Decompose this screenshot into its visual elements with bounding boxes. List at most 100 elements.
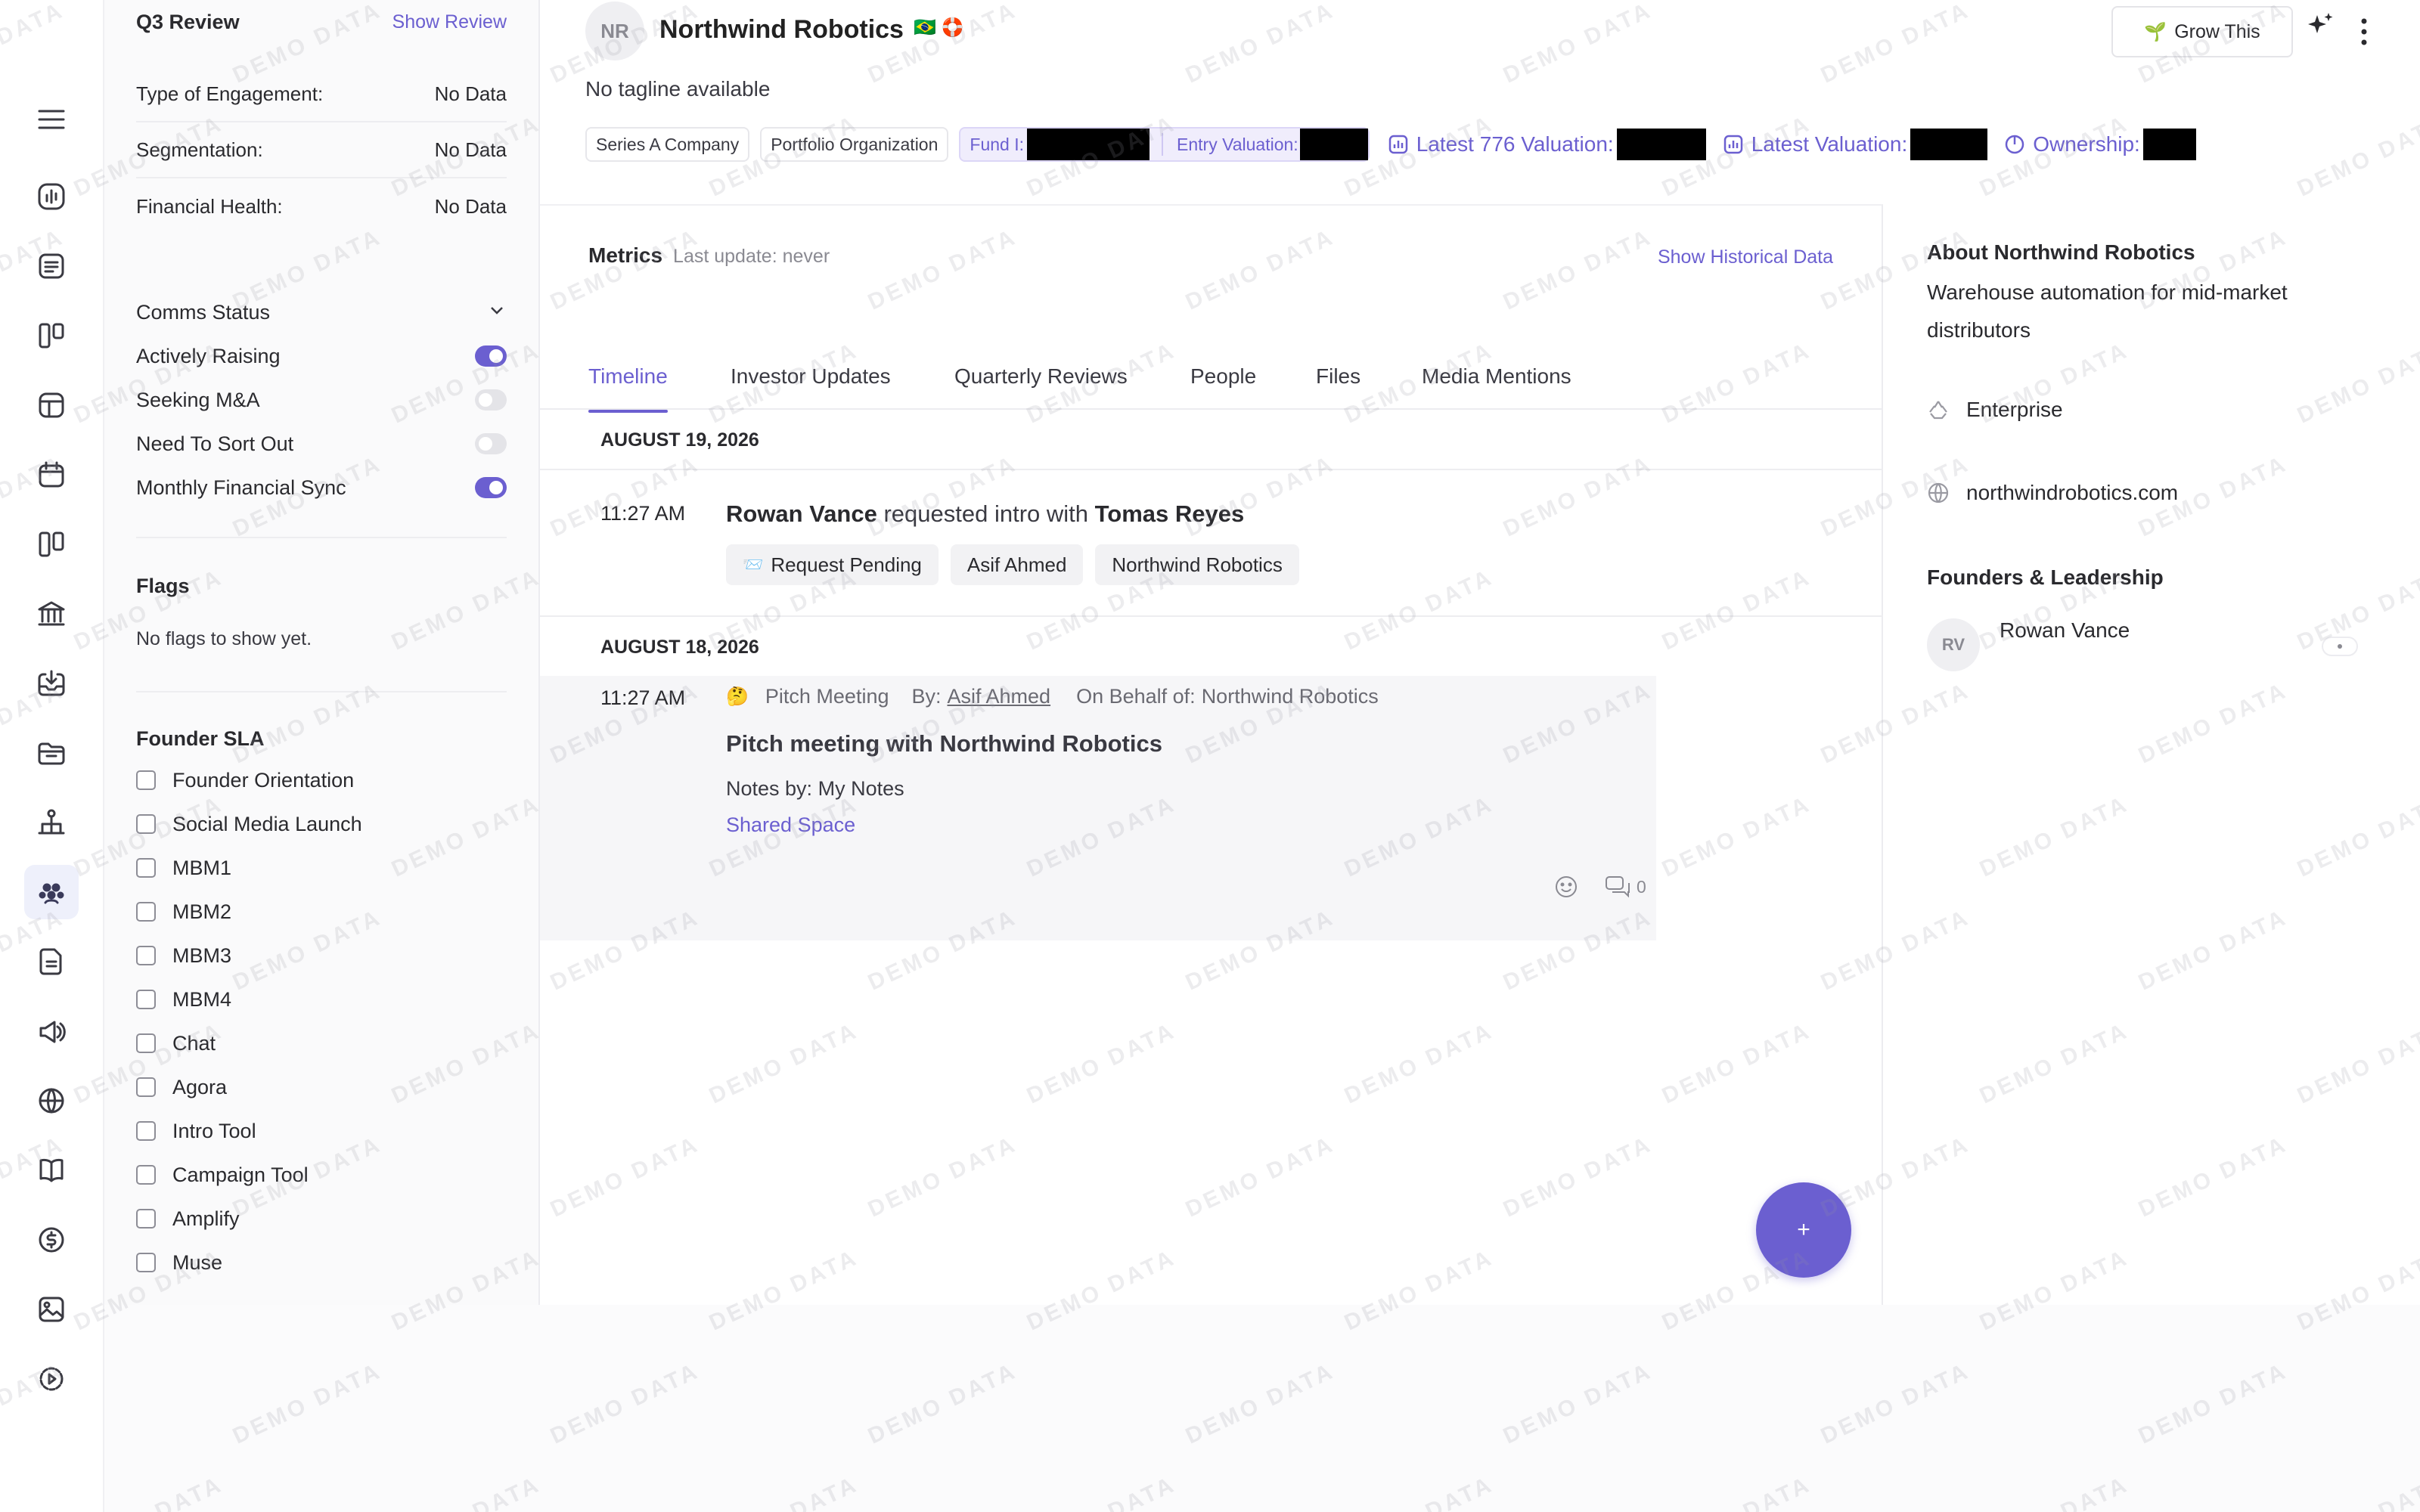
website-row[interactable]: northwindrobotics.com — [1927, 481, 2178, 505]
sla-item[interactable]: MBM3 — [136, 934, 507, 978]
company-header: NR Northwind Robotics 🇧🇷 🛟 No tagline av… — [540, 0, 2420, 204]
founder-avatar[interactable]: RV — [1927, 618, 1980, 671]
tab-files[interactable]: Files — [1316, 364, 1360, 389]
sla-checkbox[interactable] — [136, 946, 156, 965]
sla-checkbox[interactable] — [136, 1033, 156, 1053]
review-header: Q3 Review Show Review — [136, 11, 507, 34]
note-icon[interactable] — [24, 239, 79, 293]
tab-quarterly-reviews[interactable]: Quarterly Reviews — [954, 364, 1128, 389]
monthly-financial-sync-toggle[interactable] — [475, 477, 507, 498]
menu-icon[interactable] — [24, 92, 79, 147]
sla-item[interactable]: Social Media Launch — [136, 802, 507, 846]
timeline-time: 11:27 AM — [600, 686, 686, 709]
people-icon[interactable] — [24, 865, 79, 919]
actively-raising-toggle[interactable] — [475, 345, 507, 367]
dollar-icon[interactable] — [24, 1213, 79, 1267]
org-type-chip: Portfolio Organization — [760, 127, 949, 162]
metrics-updated: Last update: never — [673, 246, 830, 267]
sla-checkbox[interactable] — [136, 1121, 156, 1141]
sla-checkbox[interactable] — [136, 814, 156, 834]
megaphone-icon[interactable] — [24, 1004, 79, 1058]
toggle-label: Need To Sort Out — [136, 432, 294, 455]
sla-item[interactable]: Intro Tool — [136, 1109, 507, 1153]
pulse-icon[interactable] — [24, 169, 79, 224]
document-icon[interactable] — [24, 934, 79, 989]
image-icon[interactable] — [24, 1282, 79, 1337]
review-row: Financial Health: No Data — [136, 178, 507, 234]
sla-item[interactable]: MBM2 — [136, 890, 507, 934]
sla-item[interactable]: MBM4 — [136, 978, 507, 1021]
org-chart-icon[interactable] — [24, 795, 79, 850]
company-pill[interactable]: Northwind Robotics — [1095, 544, 1299, 585]
sla-item[interactable]: Agora — [136, 1065, 507, 1109]
sla-label: MBM3 — [172, 943, 232, 967]
sla-item[interactable]: Amplify — [136, 1197, 507, 1241]
more-icon[interactable] — [2358, 17, 2370, 51]
emoji-react-icon[interactable] — [1553, 874, 1579, 903]
sla-checkbox[interactable] — [136, 902, 156, 922]
sla-label: Founder Orientation — [172, 768, 355, 792]
comment-icon — [1606, 876, 1630, 898]
redacted-value — [1299, 129, 1368, 160]
comments-button[interactable]: 0 — [1605, 875, 1646, 898]
shared-space-link[interactable]: Shared Space — [726, 813, 855, 837]
sla-checkbox[interactable] — [136, 1253, 156, 1272]
book-icon[interactable] — [24, 1143, 79, 1198]
meeting-meta: 🤔 Pitch Meeting By: Asif Ahmed On Behalf… — [726, 685, 1379, 708]
layout-icon[interactable] — [24, 378, 79, 432]
show-review-link[interactable]: Show Review — [392, 11, 507, 33]
kanban-icon[interactable] — [24, 308, 79, 363]
sla-item[interactable]: Muse — [136, 1241, 507, 1284]
comms-header[interactable]: Comms Status — [136, 290, 507, 334]
target-name[interactable]: Tomas Reyes — [1095, 500, 1245, 527]
tab-investor-updates[interactable]: Investor Updates — [731, 364, 891, 389]
founder-name[interactable]: Rowan Vance — [2000, 618, 2130, 643]
sla-item[interactable]: Founder Orientation — [136, 758, 507, 802]
behalf-company[interactable]: Northwind Robotics — [1202, 685, 1379, 708]
comment-count: 0 — [1637, 876, 1646, 897]
tab-people[interactable]: People — [1190, 364, 1256, 389]
sla-checkbox[interactable] — [136, 770, 156, 790]
show-historical-link[interactable]: Show Historical Data — [1658, 246, 1833, 268]
review-rows: Type of Engagement: No Data Segmentation:… — [136, 67, 507, 234]
add-fab-button[interactable]: + — [1756, 1182, 1851, 1278]
play-icon[interactable] — [24, 1352, 79, 1406]
tab-media-mentions[interactable]: Media Mentions — [1422, 364, 1571, 389]
inbox-icon[interactable] — [24, 656, 79, 711]
sla-checkbox[interactable] — [136, 1077, 156, 1097]
seeking-ma-toggle[interactable] — [475, 389, 507, 411]
calendar-icon[interactable] — [24, 448, 79, 502]
sla-checkbox[interactable] — [136, 1209, 156, 1228]
need-to-sort-out-toggle[interactable] — [475, 433, 507, 454]
intro-request-text: Rowan Vance requested intro with Tomas R… — [726, 500, 1244, 528]
meeting-title[interactable]: Pitch meeting with Northwind Robotics — [726, 730, 1162, 758]
sla-checkbox[interactable] — [136, 858, 156, 878]
globe-icon[interactable] — [24, 1074, 79, 1128]
chip-divider — [1162, 133, 1164, 156]
dot-icon — [2338, 644, 2342, 649]
sparkle-icon[interactable] — [2305, 11, 2335, 45]
behalf-label: On Behalf of: — [1076, 685, 1196, 708]
founder-options-icon[interactable] — [2322, 637, 2358, 656]
folder-icon[interactable] — [24, 726, 79, 780]
entry-label: Entry Valuation: — [1177, 134, 1298, 154]
grow-this-button[interactable]: 🌱 Grow This — [2111, 6, 2293, 57]
sla-checkbox[interactable] — [136, 990, 156, 1009]
sla-item[interactable]: MBM1 — [136, 846, 507, 890]
actor-name[interactable]: Rowan Vance — [726, 500, 877, 527]
redacted-value — [2142, 129, 2196, 160]
toggle-row: Monthly Financial Sync — [136, 466, 507, 510]
redacted-value — [1616, 129, 1706, 160]
person-pill[interactable]: Asif Ahmed — [950, 544, 1084, 585]
tab-timeline[interactable]: Timeline — [588, 364, 668, 413]
sla-checkbox[interactable] — [136, 1165, 156, 1185]
by-person-link[interactable]: Asif Ahmed — [948, 685, 1051, 708]
bank-icon[interactable] — [24, 587, 79, 641]
sla-item[interactable]: Campaign Tool — [136, 1153, 507, 1197]
website-link[interactable]: northwindrobotics.com — [1966, 481, 2178, 505]
sla-item[interactable]: Chat — [136, 1021, 507, 1065]
board-icon[interactable] — [24, 517, 79, 572]
recycle-icon — [1929, 401, 1947, 420]
chevron-down-icon[interactable] — [487, 300, 507, 325]
pitch-meeting-card[interactable]: 11:27 AM 🤔 Pitch Meeting By: Asif Ahmed … — [540, 676, 1656, 940]
